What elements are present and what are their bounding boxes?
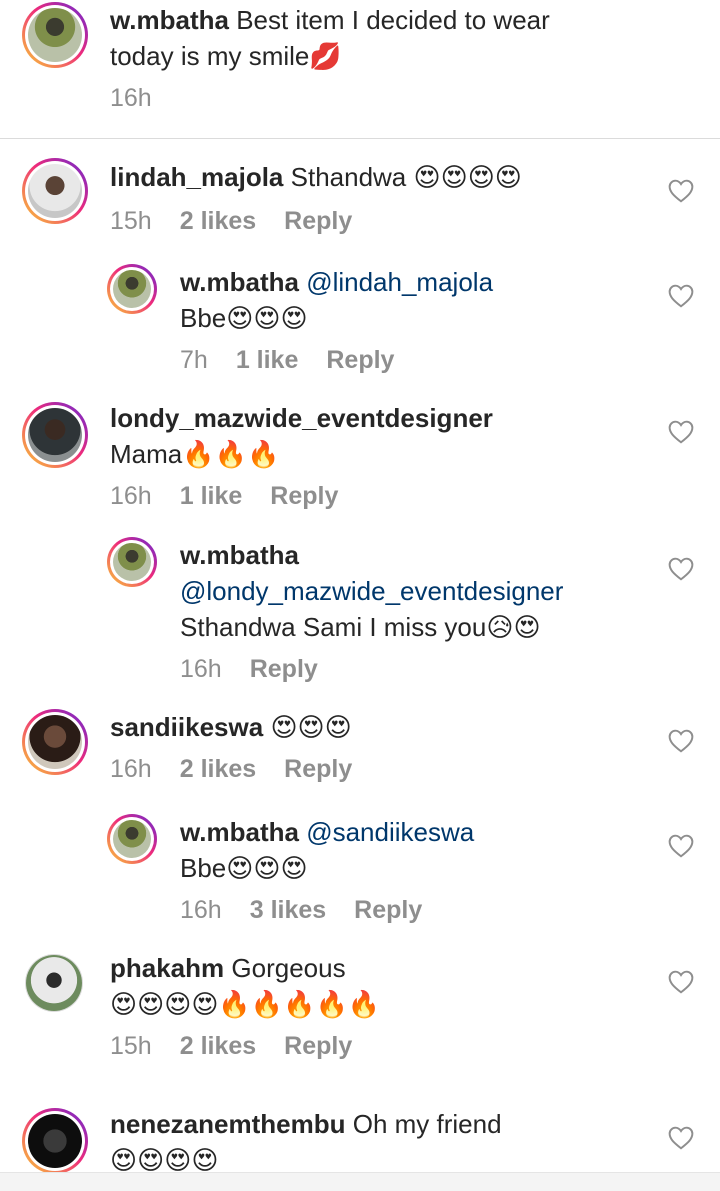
comment-item: phakahm Gorgeous 😍😍😍😍🔥🔥🔥🔥🔥 15h 2 likes Rep… <box>0 950 720 1075</box>
username[interactable]: phakahm <box>110 953 224 983</box>
comment-meta: 7h 1 like Reply <box>180 346 394 375</box>
reply-button[interactable]: Reply <box>250 655 318 684</box>
comment-text-line2: 😍😍😍😍 <box>110 1145 219 1175</box>
avatar[interactable] <box>22 2 88 68</box>
reply-button[interactable]: Reply <box>326 346 394 375</box>
heart-outline-icon[interactable] <box>668 557 694 581</box>
reply-button[interactable]: Reply <box>284 755 352 784</box>
comment-item: sandiikeswa 😍😍😍 16h 2 likes Reply <box>0 707 720 807</box>
mention-link[interactable]: @lindah_majola <box>306 267 493 297</box>
username[interactable]: w.mbatha <box>110 5 229 35</box>
timestamp: 15h <box>110 207 152 235</box>
comment-meta: 16h Reply <box>180 655 318 684</box>
timestamp: 16h <box>110 755 152 783</box>
reply-item: w.mbatha @sandiikeswa Bbe😍😍😍 16h 3 likes R… <box>0 812 720 937</box>
heart-outline-icon[interactable] <box>668 970 694 994</box>
username[interactable]: londy_mazwide_eventdesigner <box>110 403 493 433</box>
comment-text: Bbe😍😍😍 <box>180 853 308 883</box>
timestamp: 15h <box>110 1032 152 1060</box>
likes-count[interactable]: 2 likes <box>180 1032 256 1061</box>
username[interactable]: sandiikeswa <box>110 712 263 742</box>
caption-text-line2: today is my smile💋 <box>110 41 342 71</box>
username[interactable]: w.mbatha <box>180 540 299 570</box>
heart-outline-icon[interactable] <box>668 1126 694 1150</box>
reply-button[interactable]: Reply <box>284 207 352 236</box>
username[interactable]: w.mbatha <box>180 817 299 847</box>
timestamp: 16h <box>180 655 222 683</box>
avatar[interactable] <box>107 814 157 864</box>
comment-text: Sthandwa Sami I miss you😥😍 <box>180 612 541 642</box>
avatar[interactable] <box>22 158 88 224</box>
comment-meta: 16h 2 likes Reply <box>110 755 352 784</box>
caption-text-line1: Best item I decided to wear <box>236 5 550 35</box>
likes-count[interactable]: 1 like <box>236 346 299 375</box>
username[interactable]: w.mbatha <box>180 267 299 297</box>
avatar[interactable] <box>107 537 157 587</box>
avatar[interactable] <box>107 264 157 314</box>
comment-item: lindah_majola Sthandwa 😍😍😍😍 15h 2 likes Re… <box>0 155 720 255</box>
comment-meta: 16h 1 like Reply <box>110 482 338 511</box>
username[interactable]: lindah_majola <box>110 162 283 192</box>
comment-text: 😍😍😍 <box>270 712 352 742</box>
reply-button[interactable]: Reply <box>354 896 422 925</box>
timestamp: 7h <box>180 346 208 374</box>
heart-outline-icon[interactable] <box>668 834 694 858</box>
reply-item: w.mbatha @lindah_majola Bbe😍😍😍 7h 1 like R… <box>0 262 720 382</box>
reply-button[interactable]: Reply <box>270 482 338 511</box>
comment-text: Mama🔥🔥🔥 <box>110 439 280 469</box>
comment-meta: 15h 2 likes Reply <box>110 1032 352 1061</box>
mention-link[interactable]: @londy_mazwide_eventdesigner <box>180 576 563 606</box>
username[interactable]: nenezanemthembu <box>110 1109 346 1139</box>
comment-text: Sthandwa 😍😍😍😍 <box>290 162 522 192</box>
heart-outline-icon[interactable] <box>668 729 694 753</box>
timestamp: 16h <box>110 84 152 112</box>
reply-item: w.mbatha @londy_mazwide_eventdesigner St… <box>0 535 720 695</box>
comment-meta: 16h <box>110 84 152 113</box>
post-caption: w.mbatha Best item I decided to wear tod… <box>0 0 720 139</box>
bottom-bar <box>0 1172 720 1191</box>
avatar[interactable] <box>22 402 88 468</box>
likes-count[interactable]: 2 likes <box>180 755 256 784</box>
reply-button[interactable]: Reply <box>284 1032 352 1061</box>
comment-text: Gorgeous <box>231 953 346 983</box>
heart-outline-icon[interactable] <box>668 420 694 444</box>
comment-item: londy_mazwide_eventdesigner Mama🔥🔥🔥 16h 1… <box>0 398 720 523</box>
comment-text: Bbe😍😍😍 <box>180 303 308 333</box>
timestamp: 16h <box>110 482 152 510</box>
avatar[interactable] <box>22 1108 88 1174</box>
comment-meta: 16h 3 likes Reply <box>180 896 422 925</box>
timestamp: 16h <box>180 896 222 924</box>
heart-outline-icon[interactable] <box>668 284 694 308</box>
likes-count[interactable]: 3 likes <box>250 896 326 925</box>
likes-count[interactable]: 1 like <box>180 482 243 511</box>
avatar[interactable] <box>25 954 83 1012</box>
comment-item: nenezanemthembu Oh my friend 😍😍😍😍 <box>0 1106 720 1175</box>
likes-count[interactable]: 2 likes <box>180 207 256 236</box>
mention-link[interactable]: @sandiikeswa <box>306 817 474 847</box>
comment-meta: 15h 2 likes Reply <box>110 207 352 236</box>
avatar[interactable] <box>22 709 88 775</box>
comment-text-line2: 😍😍😍😍🔥🔥🔥🔥🔥 <box>110 989 381 1019</box>
comment-text: Oh my friend <box>352 1109 502 1139</box>
heart-outline-icon[interactable] <box>668 179 694 203</box>
